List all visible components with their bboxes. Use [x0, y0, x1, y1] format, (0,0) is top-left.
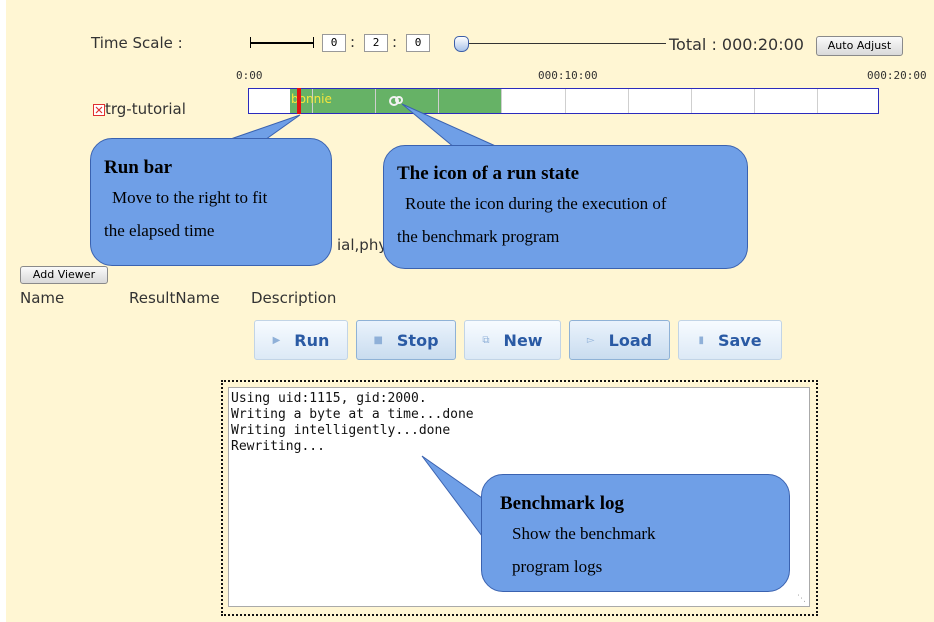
- callout-title: The icon of a run state: [397, 163, 580, 184]
- callout-text: the benchmark program: [397, 227, 560, 246]
- callout-text: program logs: [512, 557, 603, 576]
- callout-pointers: [221, 103, 501, 538]
- callout-title: Run bar: [104, 157, 173, 178]
- callout-text: Move to the right to fit: [112, 188, 268, 207]
- run-state-callout: The icon of a run state Route the icon d…: [383, 145, 748, 269]
- callout-title: Benchmark log: [500, 493, 625, 514]
- benchmark-log-pointer: [421, 455, 483, 538]
- run-bar-callout: Run bar Move to the right to fit the ela…: [90, 138, 332, 266]
- callout-text: Route the icon during the execution of: [405, 194, 667, 213]
- benchmark-log-callout: Benchmark log Show the benchmark program…: [481, 474, 790, 592]
- callout-text: the elapsed time: [104, 221, 215, 240]
- callout-text: Show the benchmark: [512, 524, 656, 543]
- run-state-pointer: [401, 103, 501, 149]
